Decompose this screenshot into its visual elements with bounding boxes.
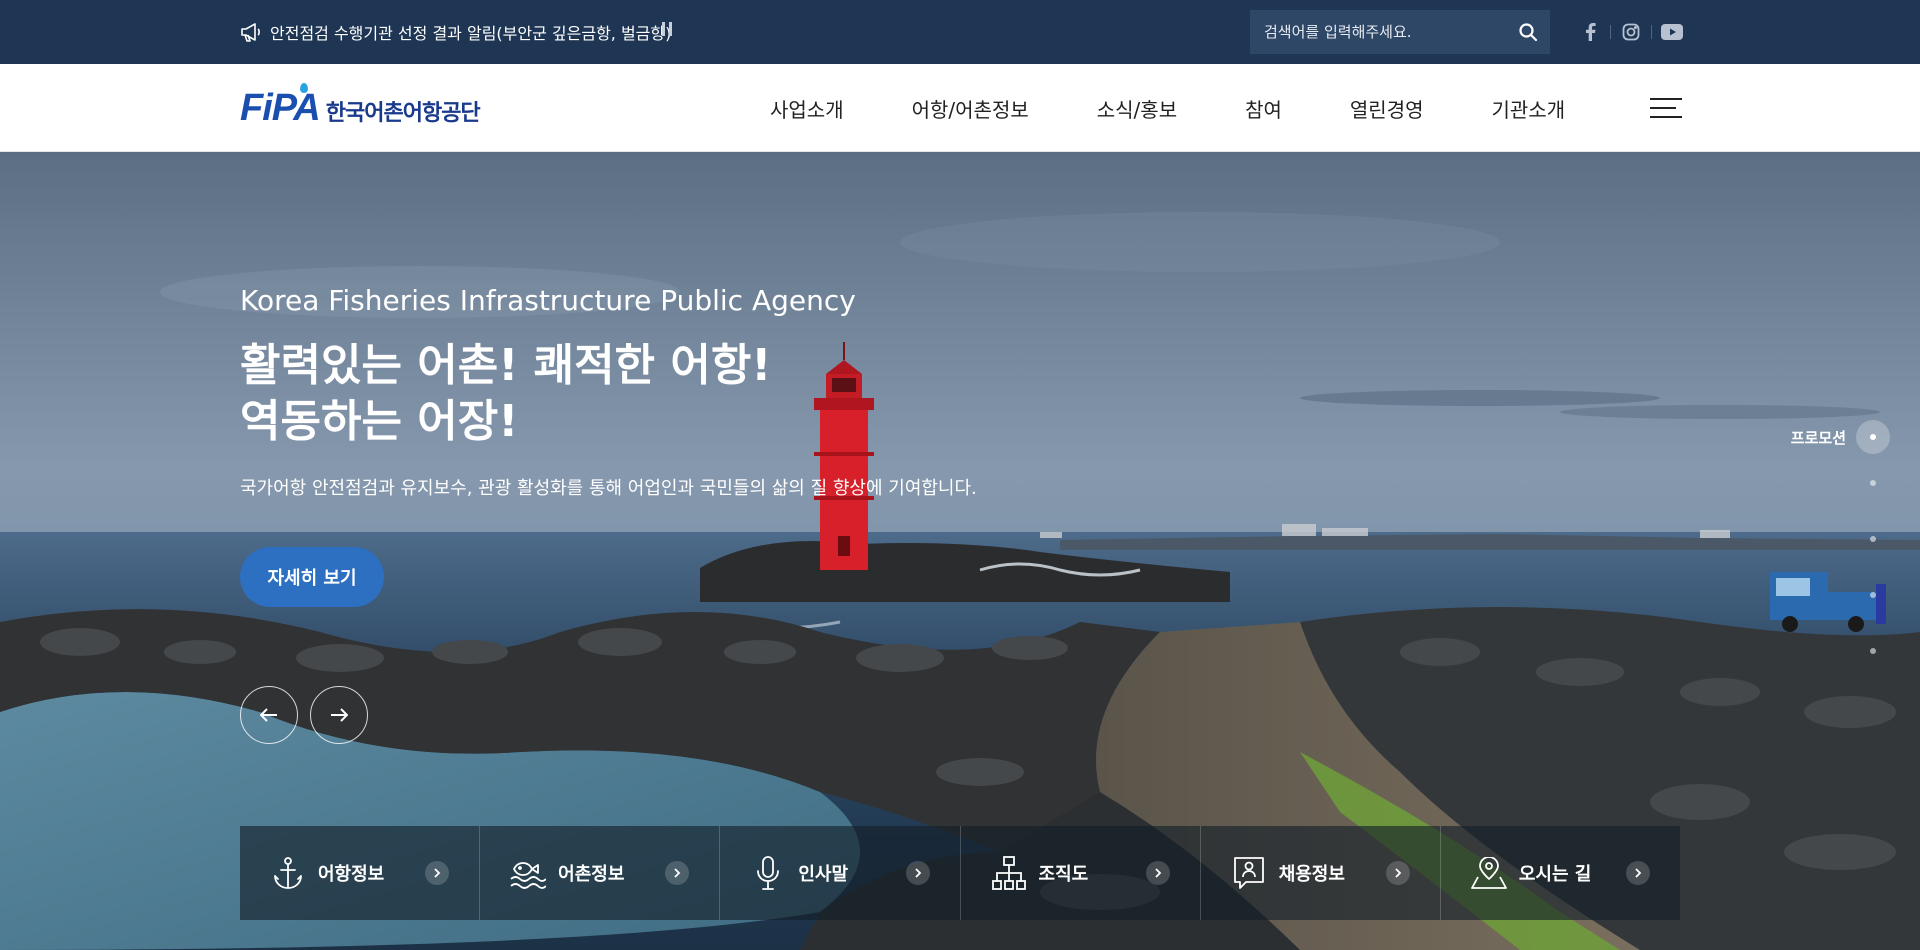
quick-link-label: 어항정보 [318, 864, 385, 885]
pager-dot[interactable] [1870, 536, 1876, 542]
hero-description: 국가어항 안전점검과 유지보수, 관광 활성화를 통해 어업인과 국민들의 삶의… [240, 478, 977, 499]
search-box [1250, 10, 1550, 54]
more-button[interactable]: 자세히 보기 [240, 547, 384, 607]
fishing-village-icon [510, 855, 547, 891]
top-notice-bar: 안전점검 수행기관 선정 결과 알림(부안군 깊은금항, 벌금항) [0, 0, 1920, 64]
quick-link-label: 오시는 길 [1518, 864, 1592, 885]
quick-link-directions[interactable]: 오시는 길 [1439, 826, 1680, 920]
logo-mark: FiPA [240, 82, 321, 130]
site-header: FiPA 한국어촌어항공단 사업소개 어항/어촌정보 소식/홍보 참여 열린경영… [0, 64, 1920, 152]
hero-agency-name: Korea Fisheries Infrastructure Public Ag… [240, 284, 856, 317]
quick-link-greeting[interactable]: 인사말 [719, 826, 959, 920]
pause-icon[interactable] [662, 22, 674, 38]
location-pin-icon [1470, 855, 1507, 891]
notice-link[interactable]: 안전점검 수행기관 선정 결과 알림(부안군 깊은금항, 벌금항) [240, 0, 671, 64]
hero-slogan: 활력있는 어촌! 쾌적한 어항! 역동하는 어장! [240, 338, 940, 450]
hamburger-icon[interactable] [1650, 96, 1682, 120]
anchor-icon [270, 855, 306, 891]
chevron-right-icon [905, 861, 930, 885]
quick-link-org-chart[interactable]: 조직도 [959, 826, 1200, 920]
hero-slogan-line-2: 역동하는 어장! [240, 396, 519, 447]
arrow-right-icon [331, 708, 348, 722]
search-icon [1519, 23, 1538, 42]
search-input[interactable] [1250, 10, 1506, 54]
pager-dot-active[interactable] [1856, 420, 1890, 454]
notice-text[interactable]: 안전점검 수행기관 선정 결과 알림(부안군 깊은금항, 벌금항) [270, 20, 671, 44]
quick-link-label: 인사말 [798, 864, 849, 885]
pager-dot[interactable] [1870, 480, 1876, 486]
quick-link-recruit[interactable]: 채용정보 [1199, 826, 1440, 920]
social-links [1576, 18, 1686, 46]
chevron-right-icon [1385, 861, 1410, 885]
pager-dot[interactable] [1870, 592, 1876, 598]
quick-link-port-info[interactable]: 어항정보 [240, 826, 479, 920]
logo-text: 한국어촌어항공단 [325, 101, 481, 126]
quick-link-label: 채용정보 [1278, 864, 1345, 885]
quick-links-bar: 어항정보 어촌정보 인사말 조직도 채용정보 오시는 길 [240, 826, 1680, 920]
chevron-right-icon [1145, 861, 1170, 885]
slide-prev-button[interactable] [240, 686, 298, 744]
main-nav: 사업소개 어항/어촌정보 소식/홍보 참여 열린경영 기관소개 [770, 64, 1565, 152]
youtube-icon[interactable] [1658, 18, 1686, 46]
slide-pager: 프로모션 [1730, 420, 1890, 680]
quick-link-village-info[interactable]: 어촌정보 [479, 826, 719, 920]
microphone-icon [750, 855, 786, 891]
pager-label: 프로모션 [1790, 428, 1846, 447]
hero-slogan-line-1: 활력있는 어촌! 쾌적한 어항! [240, 340, 772, 391]
nav-open-management[interactable]: 열린경영 [1350, 94, 1424, 123]
quick-link-label: 조직도 [1038, 864, 1089, 885]
quick-link-label: 어촌정보 [558, 864, 625, 885]
arrow-left-icon [260, 708, 277, 722]
pager-dot[interactable] [1870, 648, 1876, 654]
nav-port-info[interactable]: 어항/어촌정보 [912, 94, 1029, 123]
search-button[interactable] [1506, 10, 1550, 54]
nav-business[interactable]: 사업소개 [770, 94, 844, 123]
nav-about[interactable]: 기관소개 [1492, 94, 1566, 123]
chevron-right-icon [425, 861, 450, 885]
chevron-right-icon [665, 861, 690, 885]
megaphone-icon [240, 21, 262, 43]
instagram-icon[interactable] [1617, 18, 1645, 46]
chevron-right-icon [1626, 861, 1651, 885]
recruit-icon [1231, 855, 1267, 891]
slide-next-button[interactable] [310, 686, 368, 744]
nav-news[interactable]: 소식/홍보 [1097, 94, 1177, 123]
org-chart-icon [991, 855, 1027, 891]
site-logo[interactable]: FiPA 한국어촌어항공단 [240, 82, 481, 130]
facebook-icon[interactable] [1576, 18, 1604, 46]
nav-participation[interactable]: 참여 [1245, 94, 1282, 123]
